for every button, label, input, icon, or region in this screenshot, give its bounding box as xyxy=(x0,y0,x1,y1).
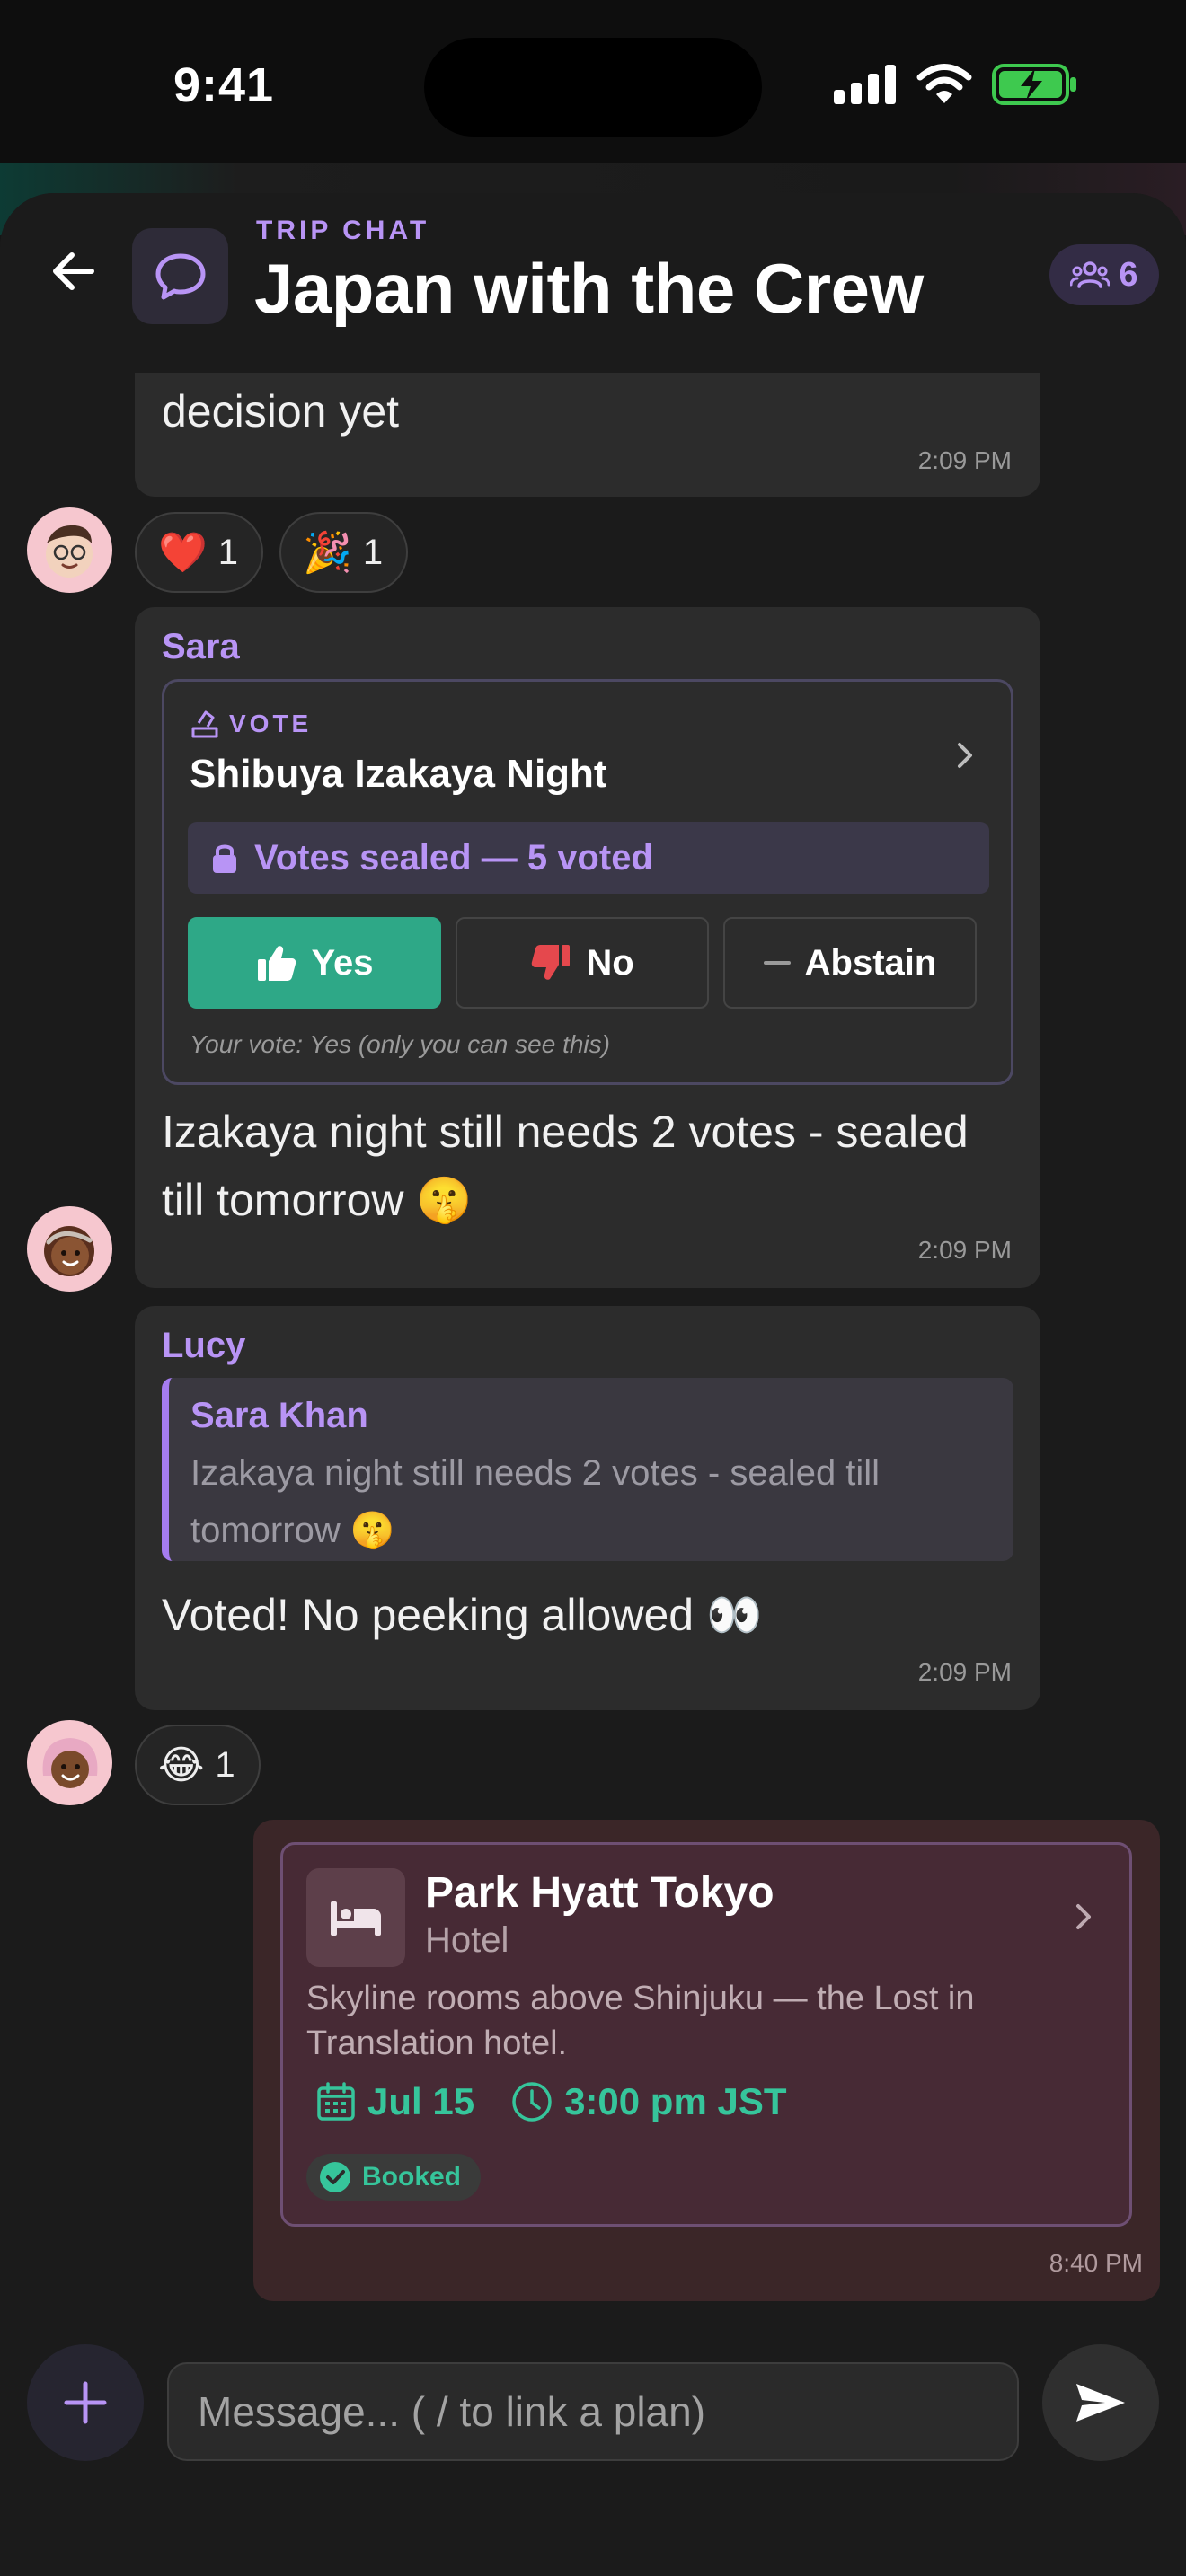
vote-yes-button[interactable]: Yes xyxy=(188,917,441,1009)
page-title: Japan with the Crew xyxy=(254,249,924,328)
avatar-man-glasses-icon xyxy=(46,525,93,578)
vote-abstain-button[interactable]: Abstain xyxy=(723,917,977,1009)
add-attachment-button[interactable] xyxy=(27,2344,144,2461)
sender-name: Lucy xyxy=(162,1326,246,1365)
quote-text: Izakaya night still needs 2 votes - seal… xyxy=(190,1453,881,1550)
battery-charging-icon xyxy=(992,64,1076,105)
plan-icon-badge xyxy=(306,1868,405,1967)
vote-option-label: No xyxy=(586,942,634,983)
message-time: 2:09 PM xyxy=(917,1658,1012,1686)
cellular-signal-icon xyxy=(834,65,896,104)
message-time: 8:40 PM xyxy=(1049,2249,1143,2277)
check-circle-icon xyxy=(320,2162,350,2192)
member-count: 6 xyxy=(1119,255,1138,294)
reaction-row: ❤️ 1 🎉 1 xyxy=(135,512,409,593)
dynamic-island xyxy=(424,38,762,137)
send-button[interactable] xyxy=(1042,2344,1159,2461)
plan-schedule: Jul 15 3:00 pm JST xyxy=(315,2080,787,2123)
avatar[interactable] xyxy=(27,1720,112,1805)
message-text: Izakaya night still needs 2 votes - seal… xyxy=(162,1107,969,1225)
back-button[interactable] xyxy=(45,243,102,300)
status-text: Booked xyxy=(362,2162,462,2192)
status-time: 9:41 xyxy=(173,58,275,112)
vote-label: VOTE xyxy=(229,710,313,737)
vote-label-row: VOTE xyxy=(190,709,312,739)
wifi-icon xyxy=(916,64,972,103)
plan-description: Skyline rooms above Shinjuku — the Lost … xyxy=(306,1980,975,2062)
calendar-icon xyxy=(317,2082,355,2121)
clock-icon xyxy=(512,2082,552,2122)
plan-time: 3:00 pm JST xyxy=(564,2080,787,2122)
reaction-count: 1 xyxy=(217,532,239,572)
reaction-row: 😂 1 xyxy=(135,1725,261,1805)
lock-icon xyxy=(213,844,236,873)
message-text: Voted! No peeking allowed 👀 xyxy=(162,1590,763,1640)
chevron-right-icon[interactable] xyxy=(951,737,978,773)
plan-card[interactable]: Park Hyatt Tokyo Hotel Skyline rooms abo… xyxy=(280,1842,1132,2227)
message-text: decision yet xyxy=(162,386,400,437)
avatar-woman-icon xyxy=(44,1226,94,1276)
plan-date: Jul 15 xyxy=(367,2080,475,2122)
header-eyebrow: TRIP CHAT xyxy=(256,216,430,245)
members-button[interactable]: 6 xyxy=(1049,244,1159,305)
vote-options: Yes No Abstain xyxy=(188,917,977,1009)
sender-name: Sara xyxy=(162,627,240,666)
status-badge: Booked xyxy=(306,2154,482,2201)
vote-card[interactable]: VOTE Shibuya Izakaya Night Votes sealed … xyxy=(162,679,1013,1085)
arrow-left-icon xyxy=(53,252,94,290)
status-icons xyxy=(834,63,1078,106)
chevron-right-icon[interactable] xyxy=(1070,1899,1097,1935)
avatar[interactable] xyxy=(27,1206,112,1292)
group-icon xyxy=(1070,261,1111,288)
reaction-chip[interactable]: ❤️ 1 xyxy=(135,512,264,593)
reaction-emoji: 🎉 xyxy=(303,531,352,575)
vote-option-label: Yes xyxy=(311,942,374,983)
reaction-chip[interactable]: 😂 1 xyxy=(135,1725,261,1805)
vote-option-label: Abstain xyxy=(804,942,937,983)
minus-icon xyxy=(763,961,791,965)
plan-name: Park Hyatt Tokyo xyxy=(425,1869,774,1917)
plus-icon xyxy=(64,2381,107,2424)
status-bar: 9:41 xyxy=(0,0,1186,171)
votes-sealed-banner: Votes sealed — 5 voted xyxy=(188,822,989,894)
reaction-emoji: ❤️ xyxy=(158,531,208,575)
thumbs-up-icon xyxy=(257,946,296,981)
vote-title: Shibuya Izakaya Night xyxy=(190,752,607,796)
ballot-icon xyxy=(191,710,218,738)
vote-no-button[interactable]: No xyxy=(456,917,709,1009)
message-input[interactable] xyxy=(169,2364,1017,2459)
reaction-emoji: 😂 xyxy=(158,1742,205,1787)
bed-icon xyxy=(331,1901,381,1936)
avatar[interactable] xyxy=(27,507,112,593)
your-vote-note: Your vote: Yes (only you can see this) xyxy=(190,1030,610,1058)
quote-sender: Sara Khan xyxy=(190,1396,368,1435)
sealed-text: Votes sealed — 5 voted xyxy=(254,837,653,878)
plan-type: Hotel xyxy=(425,1920,509,1960)
avatar-woman-pink-hair-icon xyxy=(42,1738,98,1788)
message-time: 2:09 PM xyxy=(917,446,1012,474)
message-time: 2:09 PM xyxy=(917,1236,1012,1264)
thumbs-down-icon xyxy=(532,945,571,980)
send-icon xyxy=(1076,2384,1125,2422)
reply-quote[interactable]: Sara Khan Izakaya night still needs 2 vo… xyxy=(162,1378,1013,1561)
chat-bubble-icon xyxy=(155,253,205,299)
message-composer[interactable] xyxy=(167,2362,1019,2461)
chat-type-badge xyxy=(132,228,228,324)
reaction-chip[interactable]: 🎉 1 xyxy=(279,512,409,593)
reaction-count: 1 xyxy=(362,532,384,572)
reaction-count: 1 xyxy=(215,1744,235,1785)
